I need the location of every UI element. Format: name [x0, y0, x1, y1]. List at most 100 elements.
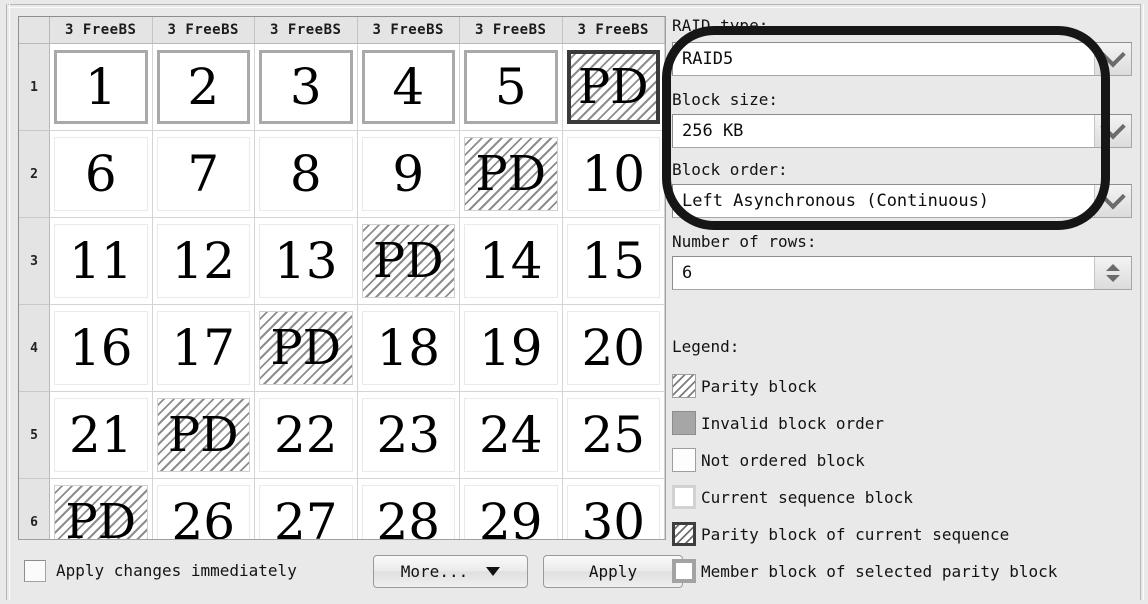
grid-cell[interactable]: 3	[254, 43, 358, 131]
grid-cell[interactable]: 7	[152, 130, 255, 218]
raid-type-combobox[interactable]: RAID5	[672, 42, 1132, 76]
block-data[interactable]: 17	[156, 311, 250, 385]
block-parity[interactable]: PD	[361, 224, 455, 298]
block-parity[interactable]: PD	[464, 137, 558, 211]
grid-cell[interactable]: 2	[152, 43, 255, 131]
grid-cell[interactable]: 16	[49, 304, 153, 392]
block-data[interactable]: 30	[566, 485, 660, 539]
raid-block-map-grid[interactable]: 3 FreeBS 3 FreeBS 3 FreeBS 3 FreeBS 3 Fr…	[18, 16, 666, 540]
grid-table: 3 FreeBS 3 FreeBS 3 FreeBS 3 FreeBS 3 Fr…	[19, 17, 665, 539]
block-data[interactable]: 24	[464, 398, 558, 472]
block-data[interactable]: 18	[361, 311, 455, 385]
grid-cell[interactable]: 13	[254, 217, 358, 305]
block-data[interactable]: 27	[259, 485, 353, 539]
block-data[interactable]: 21	[54, 398, 148, 472]
block-size-dropdown-arrow[interactable]	[1094, 114, 1131, 147]
apply-button[interactable]: Apply	[543, 555, 683, 588]
grid-cell[interactable]: 4	[357, 43, 460, 131]
grid-cell[interactable]: 8	[254, 130, 358, 218]
block-data[interactable]: 12	[156, 224, 250, 298]
grid-cell[interactable]: 10	[562, 130, 665, 218]
block-data[interactable]: 22	[259, 398, 353, 472]
column-header-3[interactable]: 3 FreeBS	[254, 17, 358, 44]
row-header-6[interactable]: 6	[19, 478, 50, 539]
grid-cell[interactable]: 18	[357, 304, 460, 392]
block-data[interactable]: 23	[361, 398, 455, 472]
grid-cell[interactable]: 23	[357, 391, 460, 479]
grid-cell[interactable]: 21	[49, 391, 153, 479]
block-member[interactable]: 1	[54, 50, 148, 124]
grid-cell[interactable]: PD	[152, 391, 255, 479]
grid-cell[interactable]: 6	[49, 130, 153, 218]
block-order-combobox[interactable]: Left Asynchronous (Continuous)	[672, 184, 1132, 218]
column-header-6[interactable]: 3 FreeBS	[562, 17, 665, 44]
block-member[interactable]: 3	[259, 50, 353, 124]
grid-cell[interactable]: 14	[459, 217, 563, 305]
grid-cell[interactable]: 15	[562, 217, 665, 305]
grid-cell[interactable]: 24	[459, 391, 563, 479]
block-member[interactable]: 2	[156, 50, 250, 124]
column-header-4[interactable]: 3 FreeBS	[357, 17, 460, 44]
more-button[interactable]: More...	[373, 555, 528, 588]
grid-cell[interactable]: 12	[152, 217, 255, 305]
number-of-rows-spinner[interactable]: 6	[672, 256, 1132, 290]
number-of-rows-stepper[interactable]	[1094, 257, 1131, 289]
grid-cell[interactable]: 9	[357, 130, 460, 218]
grid-cell[interactable]: 30	[562, 478, 665, 539]
block-data[interactable]: 28	[361, 485, 455, 539]
grid-cell[interactable]: 11	[49, 217, 153, 305]
block-data[interactable]: 13	[259, 224, 353, 298]
block-data[interactable]: 16	[54, 311, 148, 385]
block-data[interactable]: 20	[566, 311, 660, 385]
block-member[interactable]: 5	[464, 50, 558, 124]
grid-cell[interactable]: PD	[254, 304, 358, 392]
block-data[interactable]: 7	[156, 137, 250, 211]
stepper-up-icon[interactable]	[1106, 264, 1120, 271]
row-header-1[interactable]: 1	[19, 43, 50, 131]
block-data[interactable]: 8	[259, 137, 353, 211]
raid-type-dropdown-arrow[interactable]	[1094, 42, 1131, 75]
apply-immediately-checkbox[interactable]	[24, 560, 46, 582]
row-header-2[interactable]: 2	[19, 130, 50, 218]
row-header-5[interactable]: 5	[19, 391, 50, 479]
grid-cell[interactable]: PD	[459, 130, 563, 218]
block-data[interactable]: 10	[566, 137, 660, 211]
grid-cell[interactable]: 17	[152, 304, 255, 392]
grid-cell[interactable]: 5	[459, 43, 563, 131]
column-header-1[interactable]: 3 FreeBS	[49, 17, 153, 44]
block-member[interactable]: 4	[361, 50, 455, 124]
grid-cell[interactable]: 19	[459, 304, 563, 392]
grid-cell[interactable]: 26	[152, 478, 255, 539]
block-parity[interactable]: PD	[54, 485, 148, 539]
column-header-2[interactable]: 3 FreeBS	[152, 17, 255, 44]
block-data[interactable]: 25	[566, 398, 660, 472]
block-parity-current[interactable]: PD	[566, 50, 660, 124]
grid-cell[interactable]: PD	[562, 43, 665, 131]
block-data[interactable]: 29	[464, 485, 558, 539]
grid-cell[interactable]: PD	[357, 217, 460, 305]
block-data[interactable]: 14	[464, 224, 558, 298]
block-data[interactable]: 26	[156, 485, 250, 539]
block-data[interactable]: 15	[566, 224, 660, 298]
stepper-down-icon[interactable]	[1106, 275, 1120, 282]
grid-cell[interactable]: 28	[357, 478, 460, 539]
grid-cell[interactable]: PD	[49, 478, 153, 539]
grid-cell[interactable]: 20	[562, 304, 665, 392]
grid-cell[interactable]: 22	[254, 391, 358, 479]
grid-cell[interactable]: 25	[562, 391, 665, 479]
block-data[interactable]: 9	[361, 137, 455, 211]
number-of-rows-value[interactable]: 6	[682, 263, 692, 283]
block-data[interactable]: 11	[54, 224, 148, 298]
grid-cell[interactable]: 1	[49, 43, 153, 131]
block-size-combobox[interactable]: 256 KB	[672, 114, 1132, 148]
block-order-dropdown-arrow[interactable]	[1094, 184, 1131, 217]
block-data[interactable]: 19	[464, 311, 558, 385]
grid-cell[interactable]: 27	[254, 478, 358, 539]
block-parity[interactable]: PD	[156, 398, 250, 472]
block-data[interactable]: 6	[54, 137, 148, 211]
row-header-3[interactable]: 3	[19, 217, 50, 305]
row-header-4[interactable]: 4	[19, 304, 50, 392]
block-parity[interactable]: PD	[259, 311, 353, 385]
column-header-5[interactable]: 3 FreeBS	[459, 17, 563, 44]
grid-cell[interactable]: 29	[459, 478, 563, 539]
